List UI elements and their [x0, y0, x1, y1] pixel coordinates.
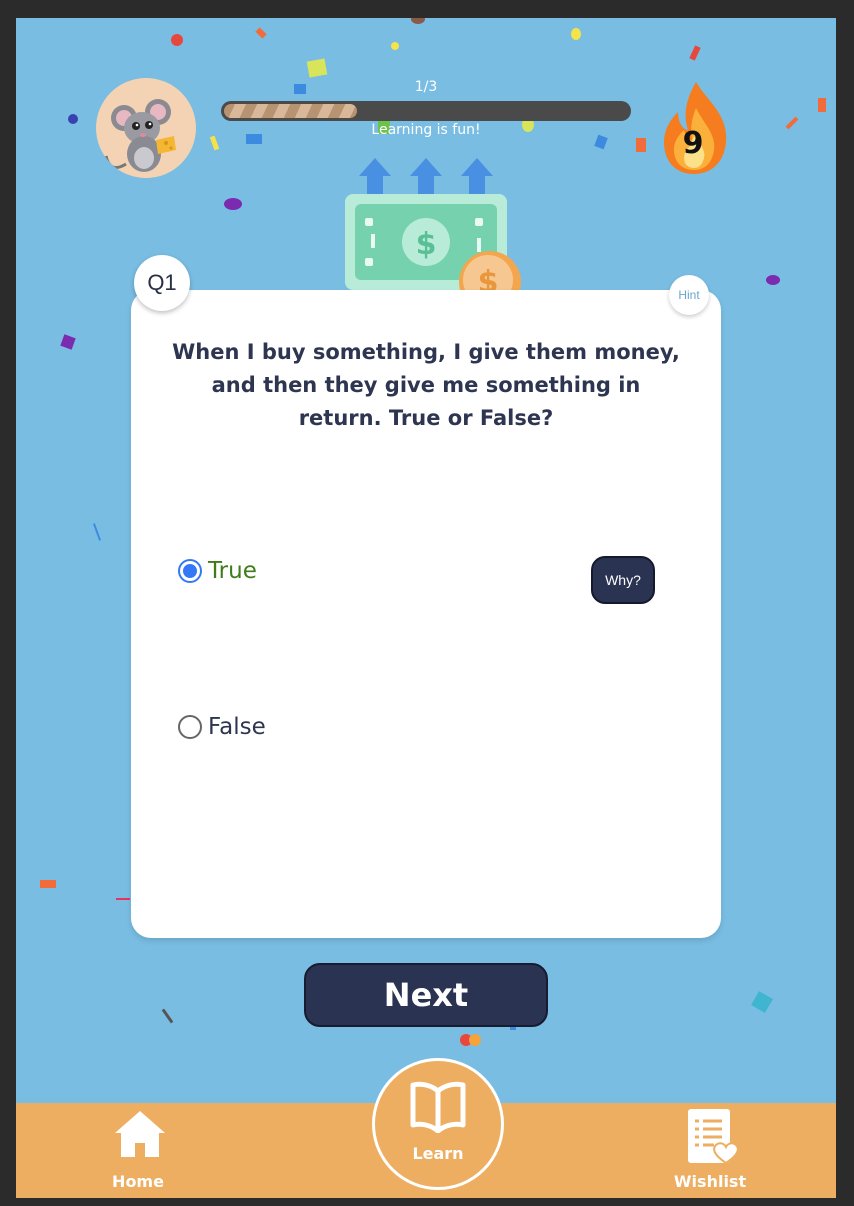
option-false[interactable]: False — [178, 714, 266, 740]
why-button[interactable]: Why? — [591, 556, 655, 604]
nav-wishlist-label: Wishlist — [673, 1172, 747, 1191]
hint-button[interactable]: Hint — [669, 275, 709, 315]
nav-learn-label: Learn — [412, 1144, 464, 1163]
nav-learn[interactable]: Learn — [372, 1058, 504, 1190]
option-false-label: False — [208, 714, 266, 740]
progress-counter: 1/3 — [414, 79, 438, 95]
progress-caption: Learning is fun! — [371, 122, 481, 138]
nav-home-label: Home — [112, 1172, 164, 1191]
option-false-radio[interactable] — [178, 715, 202, 739]
nav-home[interactable]: Home — [78, 1103, 198, 1198]
home-icon — [115, 1111, 165, 1157]
option-true-label: True — [208, 558, 257, 584]
streak-count: 9 — [682, 126, 704, 161]
svg-text:$: $ — [416, 227, 437, 262]
wishlist-icon — [688, 1109, 739, 1165]
option-true-radio[interactable] — [178, 559, 202, 583]
progress-bar — [221, 101, 631, 121]
avatar[interactable] — [96, 78, 196, 178]
question-number-badge: Q1 — [134, 255, 190, 311]
next-button[interactable]: Next — [304, 963, 548, 1027]
nav-wishlist[interactable]: Wishlist — [650, 1103, 770, 1198]
question-text: When I buy something, I give them money,… — [172, 340, 680, 430]
book-icon — [410, 1081, 466, 1133]
progress-bar-fill — [224, 104, 357, 118]
mouse-avatar-icon — [104, 99, 176, 172]
option-true[interactable]: True — [178, 558, 257, 584]
app-frame: 1/3 Learning is fun! 9 $ $ Q1 Hint When … — [16, 18, 836, 1198]
